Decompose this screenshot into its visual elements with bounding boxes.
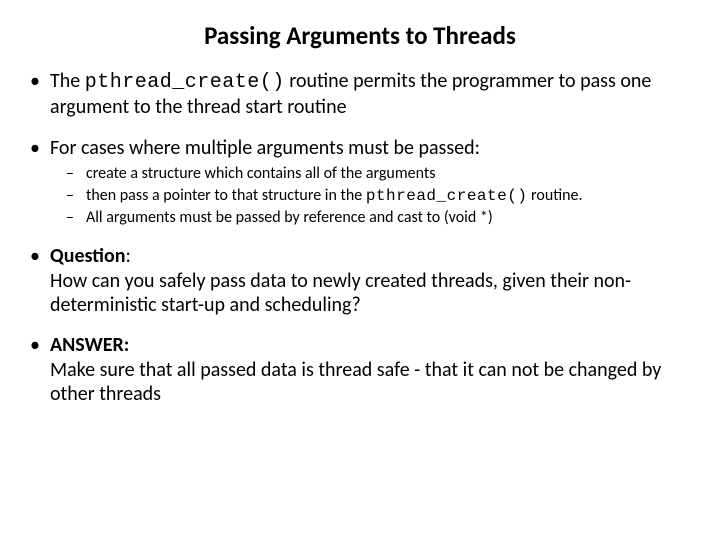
bullet-2-sub-2-code: pthread_create() bbox=[366, 187, 528, 205]
bullet-2-sublist: create a structure which contains all of… bbox=[66, 164, 702, 228]
bullet-3-colon: : bbox=[125, 244, 130, 268]
bullet-1: The pthread_create() routine permits the… bbox=[28, 69, 702, 120]
bullet-2-sub-2-post: routine. bbox=[527, 186, 582, 205]
bullet-2-sub-2: then pass a pointer to that structure in… bbox=[66, 186, 702, 206]
bullet-4: ANSWER: Make sure that all passed data i… bbox=[28, 333, 702, 406]
bullet-1-pre: The bbox=[50, 69, 85, 93]
page-title: Passing Arguments to Threads bbox=[18, 20, 702, 51]
bullet-3-lead: Question bbox=[50, 244, 125, 268]
bullet-3: Question: How can you safely pass data t… bbox=[28, 244, 702, 317]
bullet-2: For cases where multiple arguments must … bbox=[28, 136, 702, 228]
bullet-2-sub-2-pre: then pass a pointer to that structure in… bbox=[86, 186, 366, 205]
bullet-2-sub-3: All arguments must be passed by referenc… bbox=[66, 208, 702, 228]
bullet-4-body: Make sure that all passed data is thread… bbox=[50, 358, 661, 406]
bullet-3-body: How can you safely pass data to newly cr… bbox=[50, 269, 631, 317]
bullet-2-text: For cases where multiple arguments must … bbox=[50, 136, 480, 160]
bullet-1-code: pthread_create() bbox=[85, 71, 285, 94]
bullet-2-sub-1: create a structure which contains all of… bbox=[66, 164, 702, 184]
slide-container: Passing Arguments to Threads The pthread… bbox=[0, 0, 720, 540]
bullet-4-lead: ANSWER: bbox=[50, 333, 129, 357]
bullet-list: The pthread_create() routine permits the… bbox=[28, 69, 702, 407]
